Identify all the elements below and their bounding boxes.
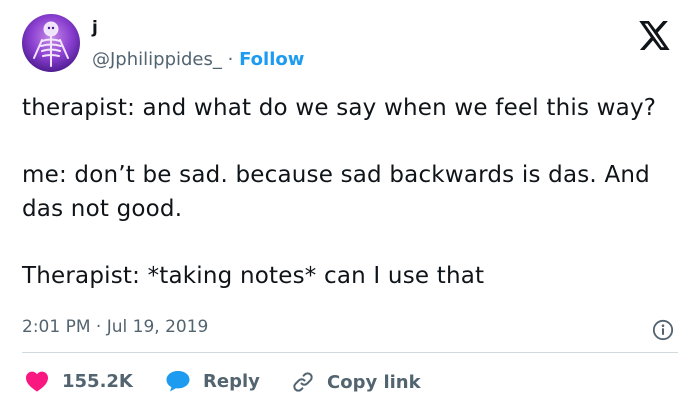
like-button[interactable]: 155.2K	[25, 370, 133, 392]
reply-button[interactable]: Reply	[165, 370, 260, 392]
follow-button[interactable]: Follow	[239, 49, 304, 70]
heart-icon	[26, 371, 48, 392]
author-handle-line: @Jphilippides_ · Follow	[92, 49, 304, 70]
reply-label: Reply	[203, 370, 260, 392]
like-count: 155.2K	[62, 370, 133, 392]
copy-link-button[interactable]: Copy link	[291, 370, 421, 394]
tweet-timestamp[interactable]: 2:01 PM · Jul 19, 2019	[22, 317, 208, 337]
tweet-paragraph: Therapist: *taking notes* can I use that	[22, 263, 485, 289]
separator-dot: ·	[227, 49, 234, 70]
copy-link-label: Copy link	[327, 371, 421, 393]
tweet-paragraph: me: don’t be sad. because sad backwards …	[22, 162, 650, 222]
info-icon[interactable]	[652, 319, 674, 341]
reply-bubble-icon	[166, 371, 190, 392]
x-logo-icon[interactable]	[639, 21, 671, 50]
link-icon	[293, 372, 313, 392]
tweet-text: therapist: and what do we say when we fe…	[22, 91, 682, 293]
divider	[22, 352, 678, 353]
author-handle[interactable]: @Jphilippides_	[92, 49, 222, 70]
skeleton-avatar-image	[33, 21, 69, 67]
author-name[interactable]: j	[92, 18, 98, 38]
tweet-paragraph: therapist: and what do we say when we fe…	[22, 95, 657, 121]
avatar[interactable]	[22, 14, 80, 72]
